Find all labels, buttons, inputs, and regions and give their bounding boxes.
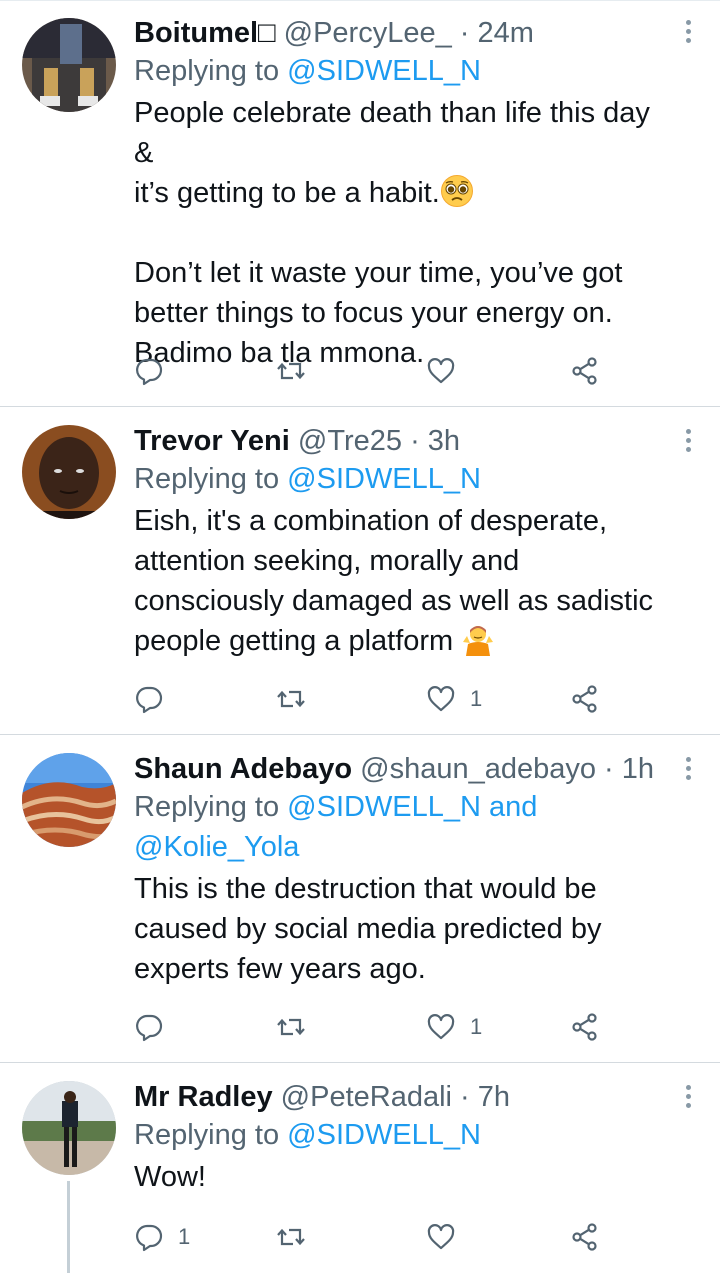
tweet[interactable]: Trevor Yeni @Tre25 · 3h Replying to @SID… bbox=[0, 406, 720, 734]
share-icon bbox=[572, 1223, 597, 1251]
mention-link[interactable]: @SIDWELL_N bbox=[287, 463, 481, 495]
avatar[interactable] bbox=[22, 1081, 116, 1175]
tweet-text: People celebrate death than life this da… bbox=[134, 93, 670, 373]
avatar[interactable] bbox=[22, 753, 116, 847]
tweet-header: Boitumel□ @PercyLee_ · 24m bbox=[134, 15, 670, 51]
mention-link[interactable]: @SIDWELL_N bbox=[287, 55, 481, 87]
reply-icon bbox=[136, 1014, 163, 1042]
thread-connector-line bbox=[67, 1181, 70, 1273]
tweet-body: Shaun Adebayo @shaun_adebayo · 1h Replyi… bbox=[134, 751, 670, 989]
share-icon bbox=[572, 357, 597, 385]
display-name[interactable]: Boitumel□ bbox=[134, 17, 276, 49]
share-icon bbox=[572, 1013, 597, 1041]
retweet-icon bbox=[277, 362, 305, 380]
person-shrugging-icon bbox=[461, 622, 495, 656]
reply-button[interactable]: 1 bbox=[134, 1217, 190, 1257]
more-options-icon[interactable] bbox=[684, 20, 692, 46]
like-button[interactable]: 1 bbox=[426, 679, 482, 719]
reply-icon bbox=[136, 1224, 163, 1252]
display-name[interactable]: Mr Radley bbox=[134, 1081, 273, 1113]
like-count: 1 bbox=[470, 1014, 483, 1039]
tweet-actions: 1 bbox=[134, 1007, 614, 1047]
share-button[interactable] bbox=[570, 1217, 600, 1257]
replying-prefix: Replying to bbox=[134, 791, 288, 823]
heart-icon bbox=[427, 1224, 455, 1250]
avatar[interactable] bbox=[22, 18, 116, 112]
tweet-actions bbox=[134, 351, 614, 391]
reply-icon bbox=[136, 686, 163, 714]
retweet-button[interactable] bbox=[276, 1007, 320, 1047]
like-button[interactable] bbox=[426, 1217, 470, 1257]
like-button[interactable] bbox=[426, 351, 470, 391]
tweet-actions: 1 bbox=[134, 679, 614, 719]
handle-and-time[interactable]: @PeteRadali · 7h bbox=[281, 1081, 510, 1113]
avatar[interactable] bbox=[22, 425, 116, 519]
reply-icon bbox=[136, 358, 163, 386]
display-name[interactable]: Trevor Yeni bbox=[134, 425, 290, 457]
share-button[interactable] bbox=[570, 1007, 600, 1047]
heart-icon bbox=[427, 1014, 455, 1040]
tweet-text-part: This is the destruction that would be ca… bbox=[134, 873, 602, 985]
tweet-body: Boitumel□ @PercyLee_ · 24m Replying to @… bbox=[134, 15, 670, 373]
replying-to: Replying to @SIDWELL_N bbox=[134, 459, 670, 499]
tweet-text-part: People celebrate death than life this da… bbox=[134, 97, 650, 209]
reply-count: 1 bbox=[178, 1224, 191, 1249]
pleading-face-icon bbox=[440, 174, 474, 208]
tweet-text: Wow! bbox=[134, 1157, 670, 1197]
tweet-header: Mr Radley @PeteRadali · 7h bbox=[134, 1079, 670, 1115]
handle-and-time[interactable]: @shaun_adebayo · 1h bbox=[360, 753, 654, 785]
tweet-body: Mr Radley @PeteRadali · 7h Replying to @… bbox=[134, 1079, 670, 1197]
more-options-icon[interactable] bbox=[684, 1085, 692, 1111]
reply-thread: Boitumel□ @PercyLee_ · 24m Replying to @… bbox=[0, 0, 720, 1273]
replying-prefix: Replying to bbox=[134, 463, 288, 495]
tweet-body: Trevor Yeni @Tre25 · 3h Replying to @SID… bbox=[134, 423, 670, 661]
retweet-button[interactable] bbox=[276, 679, 320, 719]
reply-button[interactable] bbox=[134, 1007, 178, 1047]
share-button[interactable] bbox=[570, 679, 600, 719]
replying-to: Replying to @SIDWELL_N bbox=[134, 51, 670, 91]
tweet[interactable]: Boitumel□ @PercyLee_ · 24m Replying to @… bbox=[0, 0, 720, 406]
tweet-text: Eish, it's a combination of desperate, a… bbox=[134, 501, 670, 661]
tweet-text-part: Wow! bbox=[134, 1161, 206, 1193]
tweet-text-part: Eish, it's a combination of desperate, a… bbox=[134, 505, 654, 657]
heart-icon bbox=[427, 358, 455, 384]
tweet-text: This is the destruction that would be ca… bbox=[134, 869, 670, 989]
tweet[interactable]: Shaun Adebayo @shaun_adebayo · 1h Replyi… bbox=[0, 734, 720, 1062]
retweet-button[interactable] bbox=[276, 351, 320, 391]
share-icon bbox=[572, 685, 597, 713]
heart-icon bbox=[427, 686, 455, 712]
replying-prefix: Replying to bbox=[134, 1119, 288, 1151]
retweet-icon bbox=[277, 690, 305, 708]
retweet-button[interactable] bbox=[276, 1217, 320, 1257]
replying-to: Replying to @SIDWELL_N bbox=[134, 1115, 670, 1155]
tweet[interactable]: Mr Radley @PeteRadali · 7h Replying to @… bbox=[0, 1062, 720, 1273]
like-button[interactable]: 1 bbox=[426, 1007, 482, 1047]
handle-and-time[interactable]: @PercyLee_ · 24m bbox=[284, 17, 534, 49]
share-button[interactable] bbox=[570, 351, 600, 391]
more-options-icon[interactable] bbox=[684, 757, 692, 783]
mention-link[interactable]: @SIDWELL_N bbox=[287, 1119, 481, 1151]
retweet-icon bbox=[277, 1018, 305, 1036]
more-options-icon[interactable] bbox=[684, 429, 692, 455]
display-name[interactable]: Shaun Adebayo bbox=[134, 753, 352, 785]
handle-and-time[interactable]: @Tre25 · 3h bbox=[298, 425, 460, 457]
reply-button[interactable] bbox=[134, 351, 178, 391]
tweet-actions: 1 bbox=[134, 1217, 614, 1257]
tweet-header: Shaun Adebayo @shaun_adebayo · 1h bbox=[134, 751, 670, 787]
like-count: 1 bbox=[470, 686, 483, 711]
tweet-header: Trevor Yeni @Tre25 · 3h bbox=[134, 423, 670, 459]
reply-button[interactable] bbox=[134, 679, 178, 719]
retweet-icon bbox=[277, 1228, 305, 1246]
replying-to: Replying to @SIDWELL_N and @Kolie_Yola bbox=[134, 787, 670, 867]
replying-prefix: Replying to bbox=[134, 55, 288, 87]
